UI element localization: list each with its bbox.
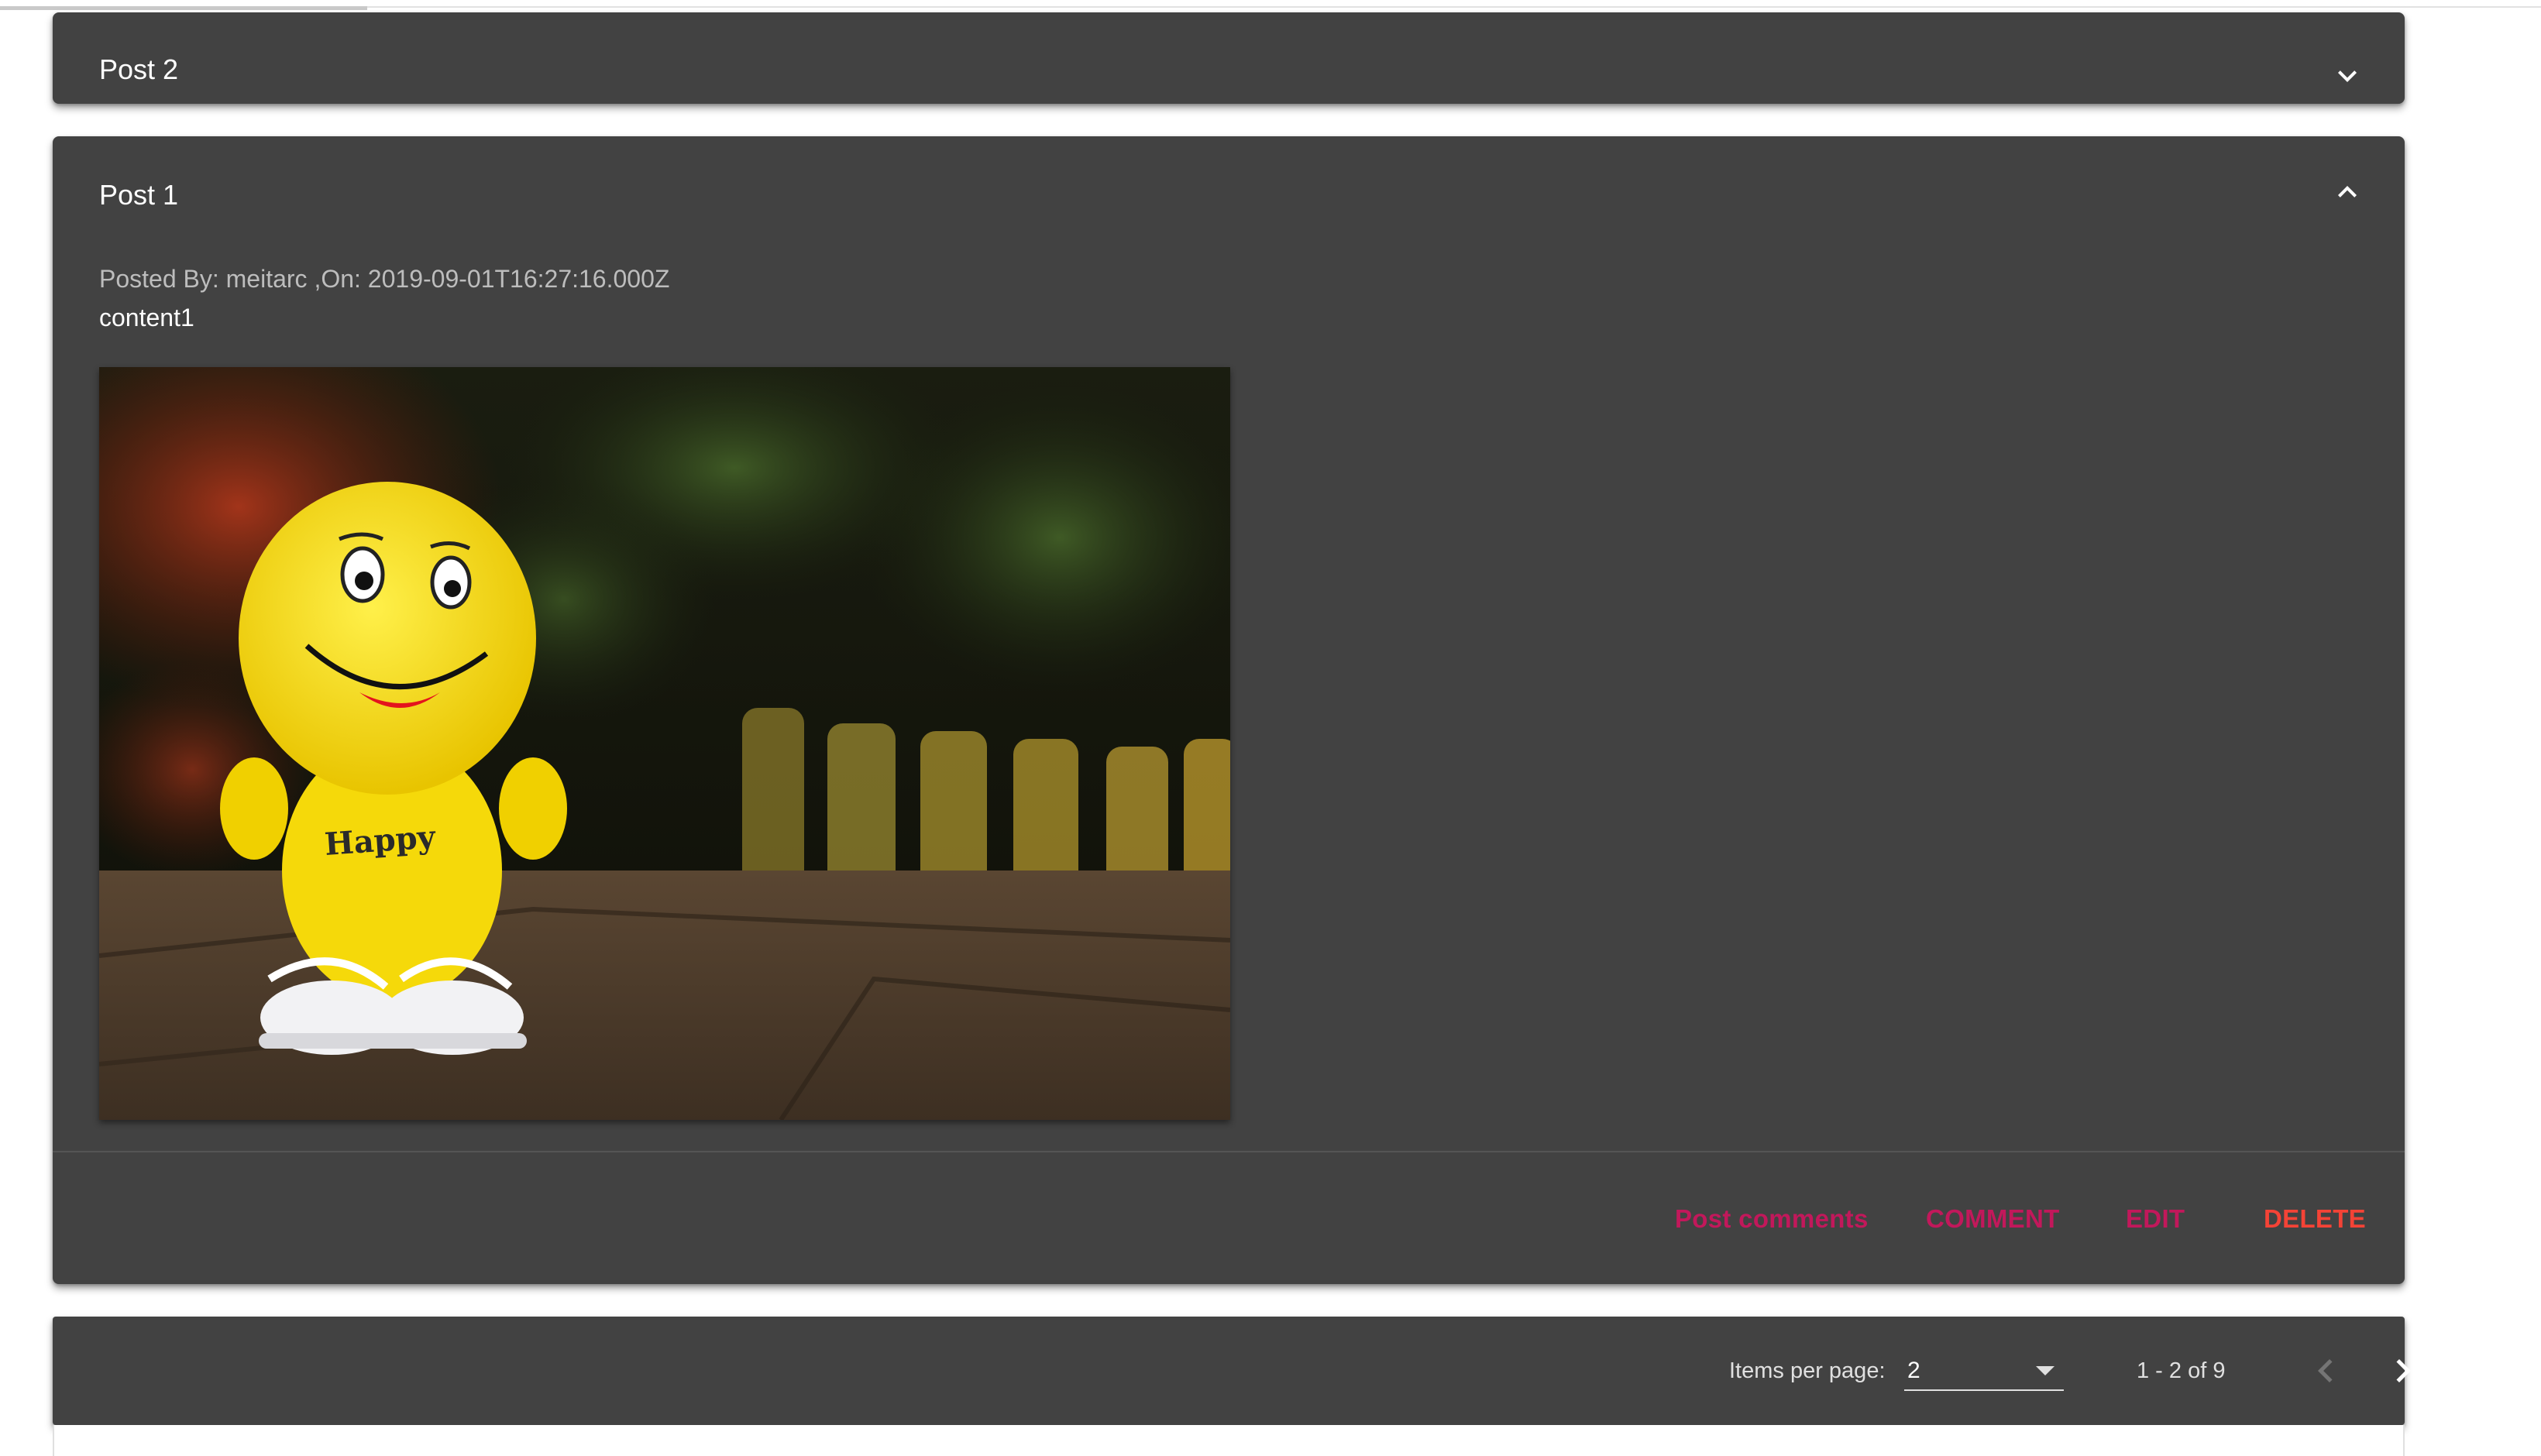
top-divider: [0, 6, 2541, 8]
chevron-up-icon[interactable]: [2329, 173, 2366, 211]
delete-button[interactable]: DELETE: [2264, 1202, 2366, 1236]
next-card-edge: [53, 1425, 2405, 1456]
post-meta: Posted By: meitarc ,On: 2019-09-01T16:27…: [99, 265, 670, 293]
plush-shirt-lettering: Happy: [323, 819, 438, 863]
top-scroll-indicator: [0, 6, 367, 10]
chevron-left-icon[interactable]: [2302, 1348, 2349, 1394]
post-content: content1: [99, 304, 194, 331]
range-label: 1 - 2 of 9: [2137, 1358, 2226, 1383]
post-comments-button[interactable]: Post comments: [1675, 1202, 1869, 1236]
paginator: Items per page: 2 1 - 2 of 9: [53, 1317, 2411, 1425]
post-title: Post 1: [99, 179, 179, 211]
items-per-page-label: Items per page:: [1729, 1358, 1886, 1383]
post-panel-2[interactable]: Post 2: [53, 12, 2405, 104]
post-title: Post 2: [99, 53, 179, 85]
actions-divider: [53, 1151, 2405, 1152]
edit-button[interactable]: EDIT: [2126, 1202, 2185, 1236]
smiley-plush-toy-photo: Happy: [99, 367, 1230, 1120]
items-per-page-value: 2: [1907, 1358, 1920, 1383]
post-panel-1[interactable]: Post 1 Posted By: meitarc ,On: 2019-09-0…: [53, 136, 2405, 1284]
post-image: Happy: [99, 367, 1230, 1120]
comment-button[interactable]: COMMENT: [1926, 1202, 2060, 1236]
chevron-right-icon[interactable]: [2380, 1348, 2426, 1394]
dropdown-caret-icon: [2036, 1366, 2054, 1375]
chevron-down-icon[interactable]: [2329, 57, 2366, 94]
items-per-page-select[interactable]: 2: [1904, 1351, 2064, 1391]
